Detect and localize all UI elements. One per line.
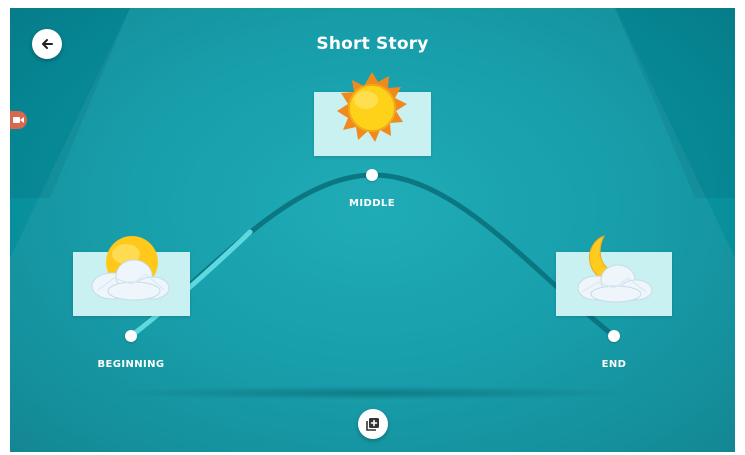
beginning-point[interactable] bbox=[125, 330, 137, 342]
end-label: END bbox=[601, 359, 627, 370]
sun-behind-cloud-icon bbox=[91, 236, 170, 301]
moon-behind-cloud-icon bbox=[577, 235, 653, 303]
middle-label: MIDDLE bbox=[349, 198, 395, 209]
sun-icon bbox=[337, 72, 407, 142]
add-page-icon bbox=[366, 418, 379, 431]
add-page-button[interactable] bbox=[358, 409, 388, 439]
floor-shadow bbox=[105, 386, 640, 400]
story-arc-canvas: Short Story MIDDLE BEGINNING END bbox=[10, 8, 735, 452]
beginning-label: BEGINNING bbox=[97, 359, 165, 370]
middle-point[interactable] bbox=[366, 169, 378, 181]
end-point[interactable] bbox=[608, 330, 620, 342]
